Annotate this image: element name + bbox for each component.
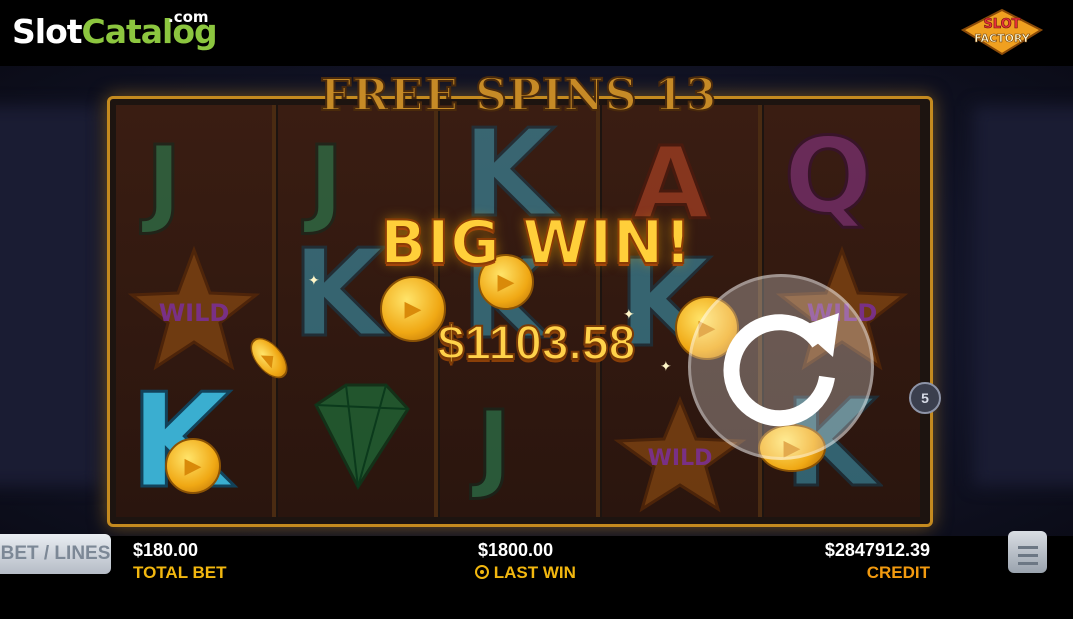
paylines-badge: 5 <box>909 382 941 414</box>
last-win-display: $1800.00 LAST WIN <box>475 540 576 583</box>
spin-button[interactable] <box>688 274 874 460</box>
svg-text:SLOT: SLOT <box>983 17 1020 32</box>
big-win-amount: $1103.58 <box>437 316 637 371</box>
left-backdrop <box>0 106 100 486</box>
credit-display: $2847912.39 CREDIT <box>820 540 930 583</box>
site-logo-tld: .com <box>168 8 209 26</box>
diamond-icon <box>314 383 410 491</box>
credit-label: CREDIT <box>866 563 930 582</box>
refresh-icon <box>723 313 839 427</box>
site-logo-part1: Slot <box>12 12 83 51</box>
free-spins-counter: FREE SPINS 13 <box>319 69 718 122</box>
credit-value: $2847912.39 <box>824 540 930 560</box>
total-bet-value: $180.00 <box>133 540 199 560</box>
reel-3: K K J <box>440 104 600 517</box>
svg-text:FACTORY: FACTORY <box>974 32 1031 45</box>
bet-lines-button[interactable]: BET / LINES <box>0 534 111 574</box>
hamburger-icon <box>1008 534 1047 565</box>
right-backdrop <box>973 106 1073 486</box>
provider-logo: SLOT FACTORY <box>961 8 1043 56</box>
last-win-label: LAST WIN <box>493 563 576 582</box>
game-stage: J WILD K J K K K J A K <box>0 66 1073 536</box>
total-bet-label: TOTAL BET <box>133 563 227 582</box>
coin-small-icon <box>475 565 489 579</box>
last-win-value: $1800.00 <box>478 540 554 560</box>
wild-label: WILD <box>648 446 713 471</box>
menu-button[interactable] <box>1008 531 1047 573</box>
top-bar: SlotCatalog .com SLOT FACTORY <box>0 0 1073 66</box>
total-bet-display: $180.00 TOTAL BET <box>133 540 227 583</box>
big-win-title: BIG WIN! <box>379 207 693 279</box>
coin-icon <box>165 438 221 494</box>
symbol-j: J <box>475 389 514 504</box>
